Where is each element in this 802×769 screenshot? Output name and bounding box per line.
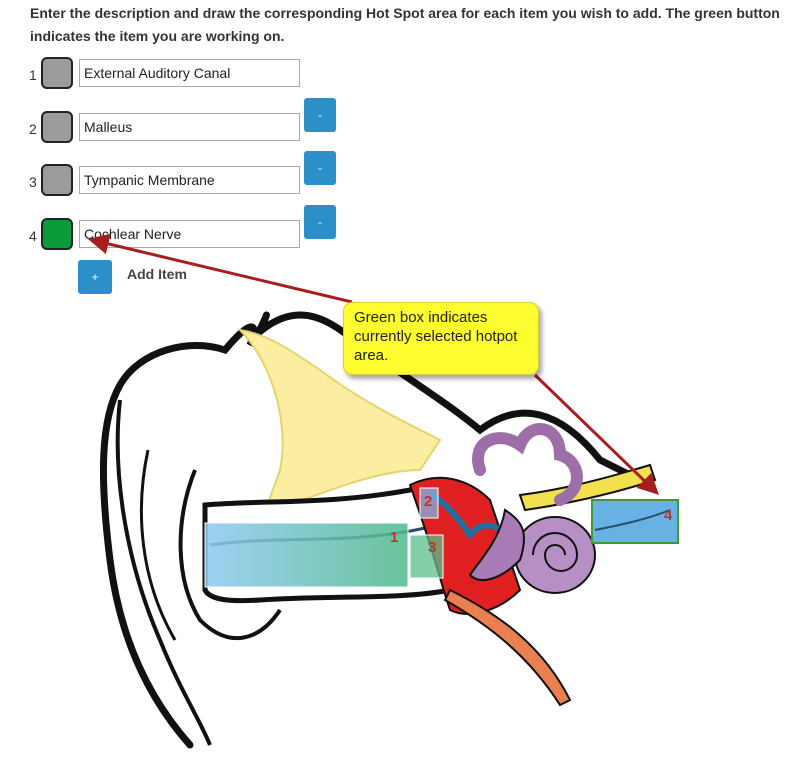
cochlea [514,516,596,594]
callout-arrow-to-button [87,233,353,304]
hotspot-area-3 [409,534,444,579]
hotspot-label-4: 4 [664,507,673,524]
hotspot-label-3: 3 [428,539,436,556]
hotspot-label-2: 2 [424,493,432,510]
callout-note: Green box indicates currently selected h… [343,302,539,375]
ear-anatomy-illustration: 1 2 3 4 [87,233,679,749]
hotspot-area-1 [204,522,409,588]
hotspot-label-1: 1 [390,529,398,546]
